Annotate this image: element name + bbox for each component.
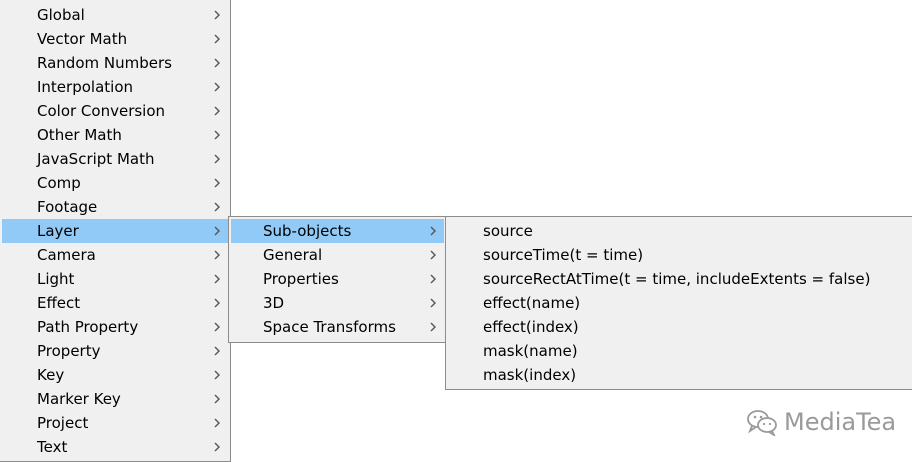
menu-item-general[interactable]: General [231,243,444,267]
menu-item-label: sourceRectAtTime(t = time, includeExtent… [483,270,871,288]
menu-item-property[interactable]: Property [2,339,228,363]
menu-item-label: Random Numbers [37,54,172,72]
menu-item-label: Color Conversion [37,102,166,120]
chevron-right-icon [212,153,222,165]
menu-item-color-conversion[interactable]: Color Conversion [2,99,228,123]
chevron-right-icon [212,417,222,429]
menu-item-label: Vector Math [37,30,128,48]
menu-item-3d[interactable]: 3D [231,291,444,315]
menu-item-label: Interpolation [37,78,133,96]
menu-item-random-numbers[interactable]: Random Numbers [2,51,228,75]
menu-item-label: mask(name) [483,342,578,360]
chevron-right-icon [212,81,222,93]
chevron-right-icon [212,393,222,405]
menu-item-label: 3D [263,294,285,312]
menu-item-label: Camera [37,246,96,264]
chevron-right-icon [212,105,222,117]
menu-item-path-property[interactable]: Path Property [2,315,228,339]
menu-item-sub-objects[interactable]: Sub-objects [231,219,444,243]
menu-item-effect[interactable]: Effect [2,291,228,315]
menu-item-text[interactable]: Text [2,435,228,459]
menu-item-comp[interactable]: Comp [2,171,228,195]
chevron-right-icon [212,369,222,381]
menu-item-label: General [263,246,323,264]
chevron-right-icon [212,177,222,189]
chevron-right-icon [212,249,222,261]
menu-item-label: JavaScript Math [37,150,155,168]
menu-item-mask-name[interactable]: mask(name) [448,339,910,363]
menu-item-project[interactable]: Project [2,411,228,435]
menu-item-mask-index[interactable]: mask(index) [448,363,910,387]
chevron-right-icon [212,321,222,333]
menu-item-camera[interactable]: Camera [2,243,228,267]
chevron-right-icon [428,321,438,333]
wechat-icon [746,408,778,436]
menu-item-label: Properties [263,270,339,288]
watermark-text: MediaTea [784,408,897,436]
menu-item-key[interactable]: Key [2,363,228,387]
menu-item-global[interactable]: Global [2,3,228,27]
subobjects-submenu: source sourceTime(t = time) sourceRectAt… [445,216,912,390]
menu-item-label: Other Math [37,126,122,144]
menu-item-label: mask(index) [483,366,577,384]
menu-item-label: Light [37,270,75,288]
menu-item-label: Path Property [37,318,139,336]
menu-item-label: Effect [37,294,81,312]
menu-item-source-time[interactable]: sourceTime(t = time) [448,243,910,267]
menu-item-space-transforms[interactable]: Space Transforms [231,315,444,339]
chevron-right-icon [212,225,222,237]
menu-item-label: Property [37,342,101,360]
menu-item-layer[interactable]: Layer [2,219,228,243]
menu-item-label: Sub-objects [263,222,352,240]
menu-item-label: Key [37,366,65,384]
chevron-right-icon [428,225,438,237]
menu-item-source-rect-at-time[interactable]: sourceRectAtTime(t = time, includeExtent… [448,267,910,291]
chevron-right-icon [212,9,222,21]
menu-item-javascript-math[interactable]: JavaScript Math [2,147,228,171]
chevron-right-icon [212,297,222,309]
menu-item-label: Marker Key [37,390,121,408]
watermark: MediaTea [746,408,896,436]
menu-item-label: Text [37,438,68,456]
chevron-right-icon [428,273,438,285]
menu-item-effect-index[interactable]: effect(index) [448,315,910,339]
chevron-right-icon [212,273,222,285]
chevron-right-icon [212,441,222,453]
menu-item-light[interactable]: Light [2,267,228,291]
chevron-right-icon [212,201,222,213]
chevron-right-icon [212,33,222,45]
menu-item-properties[interactable]: Properties [231,267,444,291]
chevron-right-icon [428,297,438,309]
menu-item-label: Project [37,414,89,432]
menu-item-other-math[interactable]: Other Math [2,123,228,147]
chevron-right-icon [212,129,222,141]
menu-item-vector-math[interactable]: Vector Math [2,27,228,51]
chevron-right-icon [212,57,222,69]
menu-item-label: Space Transforms [263,318,396,336]
chevron-right-icon [212,345,222,357]
menu-item-label: source [483,222,533,240]
menu-item-label: Comp [37,174,81,192]
menu-item-label: effect(name) [483,294,581,312]
chevron-right-icon [428,249,438,261]
menu-item-label: sourceTime(t = time) [483,246,644,264]
menu-item-interpolation[interactable]: Interpolation [2,75,228,99]
menu-item-label: Layer [37,222,79,240]
menu-item-label: Footage [37,198,98,216]
menu-item-marker-key[interactable]: Marker Key [2,387,228,411]
menu-item-footage[interactable]: Footage [2,195,228,219]
menu-item-effect-name[interactable]: effect(name) [448,291,910,315]
menu-item-label: effect(index) [483,318,579,336]
menu-item-source[interactable]: source [448,219,910,243]
main-menu: Global Vector Math Random Numbers Interp… [0,0,231,462]
layer-submenu: Sub-objects General Properties 3D Space … [228,216,447,343]
menu-item-label: Global [37,6,85,24]
